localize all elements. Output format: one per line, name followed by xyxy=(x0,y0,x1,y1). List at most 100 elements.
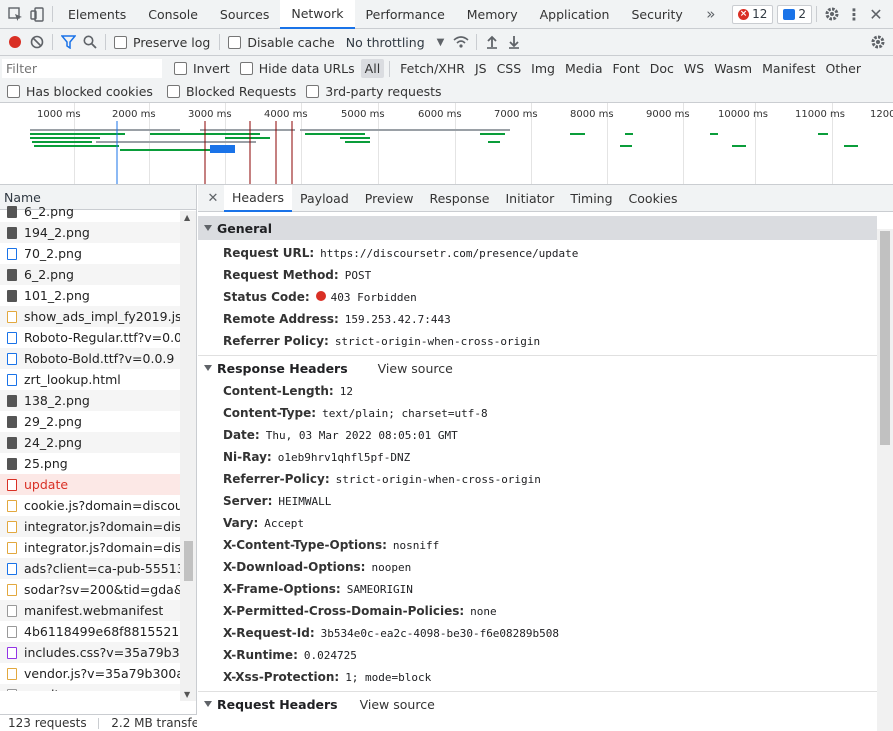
checkbox-box[interactable] xyxy=(174,62,187,75)
filter-input[interactable] xyxy=(2,59,162,78)
request-row[interactable]: update xyxy=(0,474,181,495)
request-row[interactable]: ads?client=ca-pub-55513523 xyxy=(0,558,181,579)
header-row: Date: Thu, 03 Mar 2022 08:05:01 GMT xyxy=(198,424,893,446)
inspect-element-icon[interactable] xyxy=(4,3,26,25)
request-headers-section-header[interactable]: Request Headers View source xyxy=(198,692,893,716)
view-source-link[interactable]: View source xyxy=(378,361,453,376)
details-tab-timing[interactable]: Timing xyxy=(562,185,620,212)
request-row[interactable]: 138_2.png xyxy=(0,390,181,411)
blocked-requests-checkbox[interactable]: Blocked Requests xyxy=(166,84,296,99)
request-list-scrollbar[interactable]: ▲ ▼ xyxy=(180,211,196,701)
network-conditions-wifi-icon[interactable] xyxy=(450,31,472,53)
details-tab-cookies[interactable]: Cookies xyxy=(621,185,686,212)
request-row[interactable]: 6_2.png xyxy=(0,264,181,285)
type-filter-fetch-xhr[interactable]: Fetch/XHR xyxy=(396,59,469,78)
settings-gear-icon[interactable] xyxy=(821,3,843,25)
has-blocked-cookies-checkbox[interactable]: Has blocked cookies xyxy=(7,84,153,99)
close-details-icon[interactable]: ✕ xyxy=(202,187,224,209)
details-tab-headers[interactable]: Headers xyxy=(224,184,293,212)
request-row[interactable]: cookie.js?domain=discoursetr xyxy=(0,495,181,516)
request-row[interactable]: integrator.js?domain=discour xyxy=(0,537,181,558)
checkbox-box[interactable] xyxy=(114,35,127,49)
invert-checkbox[interactable]: Invert xyxy=(174,61,230,76)
message-count-badge[interactable]: 2 xyxy=(777,4,812,24)
request-row[interactable]: 6_2.png xyxy=(0,201,181,222)
type-filter-doc[interactable]: Doc xyxy=(646,59,678,78)
request-row[interactable]: Roboto-Bold.ttf?v=0.0.9 xyxy=(0,348,181,369)
request-row[interactable]: 24_2.png xyxy=(0,432,181,453)
request-row[interactable]: manifest.webmanifest xyxy=(0,600,181,621)
checkbox-box[interactable] xyxy=(239,62,253,75)
type-filter-css[interactable]: CSS xyxy=(493,59,526,78)
request-row[interactable]: integrator.js?domain=discour xyxy=(0,516,181,537)
type-filter-manifest[interactable]: Manifest xyxy=(758,59,819,78)
network-settings-gear-icon[interactable] xyxy=(867,31,889,53)
doc-file-icon xyxy=(7,373,17,386)
scroll-down-arrow-icon[interactable]: ▼ xyxy=(184,690,190,699)
response-headers-section-header[interactable]: Response Headers View source xyxy=(198,356,893,380)
record-icon[interactable] xyxy=(4,31,26,53)
type-filter-other[interactable]: Other xyxy=(821,59,865,78)
request-row[interactable]: 101_2.png xyxy=(0,285,181,306)
tab-console[interactable]: Console xyxy=(137,0,209,29)
third-party-requests-checkbox[interactable]: 3rd-party requests xyxy=(306,84,442,99)
type-filter-wasm[interactable]: Wasm xyxy=(710,59,756,78)
disable-cache-checkbox[interactable]: Disable cache xyxy=(228,35,335,50)
checkbox-box[interactable] xyxy=(7,85,20,98)
request-row[interactable]: 25.png xyxy=(0,453,181,474)
search-icon[interactable] xyxy=(79,31,101,53)
request-row[interactable]: show_ads_impl_fy2019.js?bus xyxy=(0,306,181,327)
details-tab-initiator[interactable]: Initiator xyxy=(498,185,563,212)
filter-icon[interactable] xyxy=(57,31,79,53)
preserve-log-checkbox[interactable]: Preserve log xyxy=(114,35,210,50)
separator xyxy=(389,60,391,77)
message-count: 2 xyxy=(798,7,806,21)
type-filter-font[interactable]: Font xyxy=(609,59,644,78)
view-source-link[interactable]: View source xyxy=(360,697,435,712)
request-row[interactable]: sodar?sv=200&tid=gda&tv=r xyxy=(0,579,181,600)
scrollbar-thumb[interactable] xyxy=(880,231,890,445)
tab-network[interactable]: Network xyxy=(280,0,355,29)
checkbox-box[interactable] xyxy=(166,85,180,98)
clear-icon[interactable] xyxy=(26,31,48,53)
checkbox-box[interactable] xyxy=(306,85,320,98)
tab-memory[interactable]: Memory xyxy=(456,0,529,29)
more-options-icon[interactable]: ⋮ xyxy=(843,3,865,25)
type-filter-img[interactable]: Img xyxy=(527,59,559,78)
details-scrollbar[interactable] xyxy=(877,229,893,731)
network-overview-timeline[interactable]: 1000 ms 2000 ms 3000 ms 4000 ms 5000 ms 6000 … xyxy=(0,103,893,185)
hide-data-urls-checkbox[interactable]: Hide data URLs xyxy=(239,61,355,76)
tab-application[interactable]: Application xyxy=(529,0,621,29)
type-filter-media[interactable]: Media xyxy=(561,59,607,78)
tab-elements[interactable]: Elements xyxy=(57,0,137,29)
general-section-header[interactable]: General xyxy=(198,216,877,240)
more-tabs-icon[interactable]: » xyxy=(700,3,722,25)
request-row[interactable]: 29_2.png xyxy=(0,411,181,432)
tab-security[interactable]: Security xyxy=(620,0,693,29)
request-row[interactable]: zrt_lookup.html xyxy=(0,369,181,390)
export-har-icon[interactable] xyxy=(503,31,525,53)
details-tab-response[interactable]: Response xyxy=(421,185,497,212)
request-row[interactable]: results xyxy=(0,684,181,691)
request-row[interactable]: 4b6118499e68f881552185fc2 xyxy=(0,621,181,642)
scroll-up-arrow-icon[interactable]: ▲ xyxy=(184,213,190,222)
request-row[interactable]: 194_2.png xyxy=(0,222,181,243)
request-row[interactable]: 70_2.png xyxy=(0,243,181,264)
type-filter-js[interactable]: JS xyxy=(471,59,491,78)
type-filter-ws[interactable]: WS xyxy=(680,59,708,78)
details-tab-payload[interactable]: Payload xyxy=(292,185,357,212)
tab-performance[interactable]: Performance xyxy=(355,0,456,29)
throttling-select[interactable]: No throttling ▼ xyxy=(346,35,445,50)
close-icon[interactable]: ✕ xyxy=(865,3,887,25)
details-tab-preview[interactable]: Preview xyxy=(357,185,422,212)
request-row[interactable]: vendor.js?v=35a79b300ab5af xyxy=(0,663,181,684)
device-toolbar-icon[interactable] xyxy=(26,3,48,25)
tab-sources[interactable]: Sources xyxy=(209,0,280,29)
request-row[interactable]: Roboto-Regular.ttf?v=0.0.9 xyxy=(0,327,181,348)
error-count-badge[interactable]: × 12 xyxy=(732,4,774,24)
scrollbar-thumb[interactable] xyxy=(184,541,193,581)
checkbox-box[interactable] xyxy=(228,35,242,49)
import-har-icon[interactable] xyxy=(481,31,503,53)
request-row[interactable]: includes.css?v=35a79b300ab xyxy=(0,642,181,663)
type-filter-all[interactable]: All xyxy=(360,59,385,78)
